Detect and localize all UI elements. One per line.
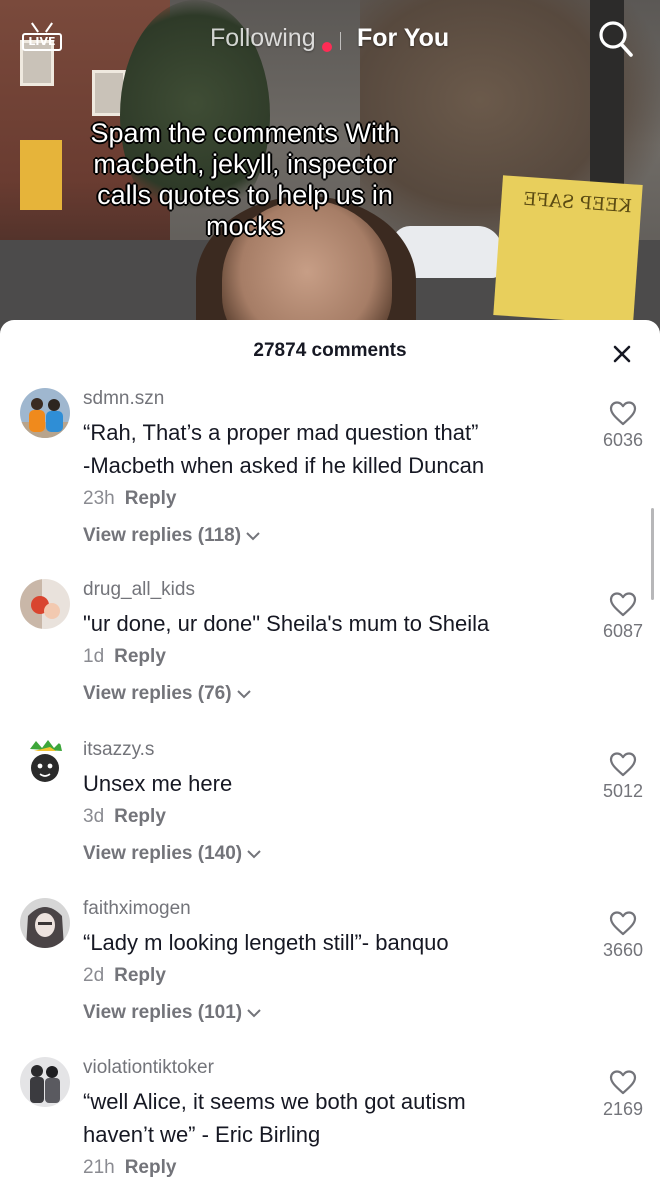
chevron-down-icon [247,850,261,859]
comment-item: drug_all_kids "ur done, ur done" Sheila'… [0,579,660,729]
avatar[interactable] [20,1057,70,1107]
heart-icon [609,911,637,936]
view-replies-label: View replies (101) [83,1002,243,1023]
comment-username[interactable]: faithximogen [83,898,583,920]
reply-button[interactable]: Reply [114,806,166,827]
heart-icon [609,1070,637,1095]
comments-panel: 27874 comments sdmn.szn “Rah, That’s a p… [0,320,660,1200]
like-button[interactable]: 6087 [596,591,650,642]
view-replies-button[interactable]: View replies (101) [83,1002,583,1024]
tab-divider [340,32,341,50]
comment-text: “Rah, That’s a proper mad question that”… [83,420,485,478]
comment-item: itsazzy.s Unsex me here 3d Reply View rep… [0,739,660,889]
avatar[interactable] [20,579,70,629]
like-button[interactable]: 6036 [596,400,650,451]
notification-dot [322,42,332,52]
view-replies-button[interactable]: View replies (140) [83,843,583,865]
tab-following[interactable]: Following [210,24,316,53]
like-count: 6087 [602,621,644,641]
reply-button[interactable]: Reply [125,488,177,509]
reply-button[interactable]: Reply [114,646,166,667]
heart-icon [609,401,637,426]
heart-icon [609,752,637,777]
like-count: 2169 [602,1099,644,1119]
chevron-down-icon [236,690,251,699]
video-caption: Spam the comments With macbeth, jekyll, … [90,118,400,241]
like-count: 5012 [602,781,644,801]
comment-item: sdmn.szn “Rah, That’s a proper mad quest… [0,388,660,546]
comment-text: Unsex me here [83,771,233,796]
chevron-down-icon [247,1009,261,1018]
avatar[interactable] [20,739,70,789]
like-count: 6036 [602,430,644,450]
comment-timestamp: 23h [83,488,115,509]
like-button[interactable]: 3660 [596,910,650,961]
reply-button[interactable]: Reply [114,965,166,986]
like-count: 3660 [602,940,644,960]
view-replies-button[interactable]: View replies (76) [83,683,583,705]
comment-text: "ur done, ur done" Sheila's mum to Sheil… [83,611,490,636]
view-replies-label: View replies (76) [83,683,232,704]
comment-username[interactable]: itsazzy.s [83,739,583,761]
like-button[interactable]: 5012 [596,751,650,802]
background-keep-safe-sign: KEEP SAFE [493,175,643,325]
comment-text: “Lady m looking lengeth still”- banquo [83,930,449,955]
comment-username[interactable]: drug_all_kids [83,579,583,601]
feed-tabs: Following For You [0,24,660,54]
comment-username[interactable]: sdmn.szn [83,388,583,410]
view-replies-label: View replies (118) [83,525,242,546]
comments-header: 27874 comments [0,320,660,380]
view-replies-label: View replies (140) [83,843,243,864]
heart-icon [609,592,637,617]
close-icon[interactable] [608,340,636,368]
chevron-down-icon [246,532,260,541]
search-icon[interactable] [598,20,634,58]
like-button[interactable]: 2169 [596,1069,650,1120]
comment-count: 27874 comments [253,340,407,361]
comment-timestamp: 21h [83,1157,115,1178]
comment-text: “well Alice, it seems we both got autism… [83,1089,466,1147]
comment-username[interactable]: violationtiktoker [83,1057,583,1079]
comment-item: faithximogen “Lady m looking lengeth sti… [0,898,660,1048]
sign-text: KEEP SAFE [522,188,633,218]
tab-for-you[interactable]: For You [357,24,449,53]
comment-timestamp: 3d [83,806,105,827]
view-replies-button[interactable]: View replies (118) [83,525,583,547]
reply-button[interactable]: Reply [125,1157,177,1178]
comment-item: violationtiktoker “well Alice, it seems … [0,1057,660,1200]
avatar[interactable] [20,898,70,948]
avatar[interactable] [20,388,70,438]
comment-timestamp: 1d [83,646,105,667]
comment-timestamp: 2d [83,965,105,986]
